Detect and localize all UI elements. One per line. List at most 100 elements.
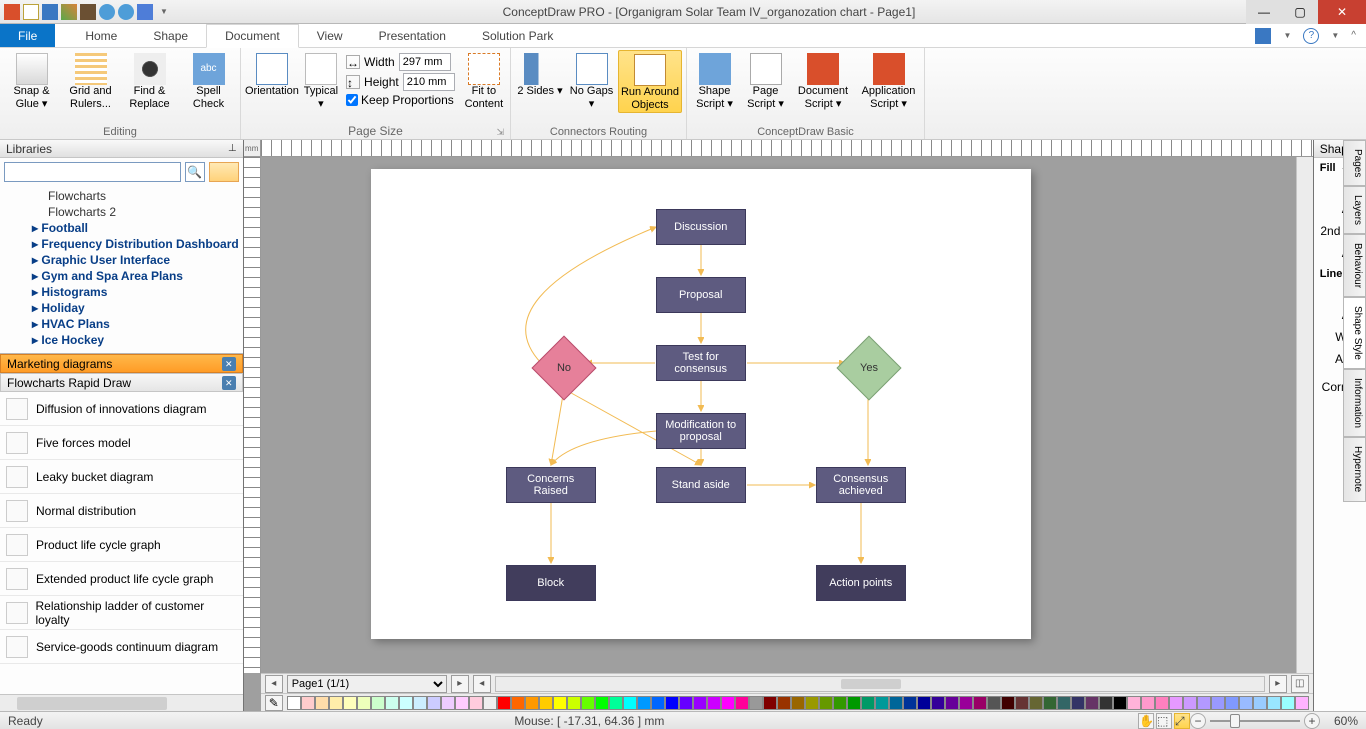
- shape-item[interactable]: Product life cycle graph: [0, 528, 243, 562]
- flowchart-decision-no[interactable]: No: [531, 335, 596, 400]
- dialog-launcher-icon[interactable]: ⇲: [496, 127, 504, 138]
- next-page-button[interactable]: ▸: [451, 675, 469, 693]
- color-swatch[interactable]: [1113, 696, 1127, 710]
- color-swatch[interactable]: [567, 696, 581, 710]
- color-swatch[interactable]: [945, 696, 959, 710]
- library-tree[interactable]: FlowchartsFlowcharts 2▸ Football▸ Freque…: [0, 186, 243, 354]
- color-swatch[interactable]: [847, 696, 861, 710]
- color-swatch[interactable]: [1099, 696, 1113, 710]
- tab-view[interactable]: View: [299, 24, 361, 47]
- two-sides-button[interactable]: 2 Sides ▾: [515, 50, 565, 98]
- maximize-button[interactable]: ▢: [1282, 0, 1318, 24]
- side-tab-layers[interactable]: Layers: [1343, 186, 1366, 234]
- color-swatch[interactable]: [469, 696, 483, 710]
- height-input[interactable]: [403, 73, 455, 91]
- fit-content-button[interactable]: Fit to Content: [462, 50, 506, 111]
- application-script-button[interactable]: Application Script ▾: [857, 50, 920, 111]
- snap-glue-button[interactable]: Snap & Glue ▾: [4, 50, 59, 111]
- color-swatch[interactable]: [637, 696, 651, 710]
- flowchart-node-discussion[interactable]: Discussion: [656, 209, 746, 245]
- document-script-button[interactable]: Document Script ▾: [793, 50, 853, 111]
- zoom-slider[interactable]: [1210, 720, 1300, 722]
- zoom-fit-icon[interactable]: ⤢: [1174, 713, 1190, 729]
- color-swatch[interactable]: [1267, 696, 1281, 710]
- color-swatch[interactable]: [511, 696, 525, 710]
- flowchart-node-block[interactable]: Block: [506, 565, 596, 601]
- color-swatch[interactable]: [1225, 696, 1239, 710]
- side-tab-behaviour[interactable]: Behaviour: [1343, 234, 1366, 297]
- color-swatch[interactable]: [525, 696, 539, 710]
- run-around-button[interactable]: Run Around Objects: [618, 50, 682, 113]
- color-swatch[interactable]: [399, 696, 413, 710]
- tree-item[interactable]: ▸ Football: [0, 220, 243, 236]
- tab-solution-park[interactable]: Solution Park: [464, 24, 571, 47]
- prev-page-button[interactable]: ◂: [265, 675, 283, 693]
- tab-presentation[interactable]: Presentation: [361, 24, 464, 47]
- library-view-toggle[interactable]: [209, 162, 239, 182]
- palette-tool-icon[interactable]: ✎: [265, 695, 283, 711]
- zoom-out-button[interactable]: −: [1190, 713, 1206, 729]
- width-input[interactable]: [399, 53, 451, 71]
- page[interactable]: Discussion Proposal Test for consensus Modi…: [371, 169, 1031, 639]
- canvas-viewport[interactable]: Discussion Proposal Test for consensus Modi…: [261, 157, 1313, 673]
- library-shapes-list[interactable]: Diffusion of innovations diagramFive for…: [0, 392, 243, 694]
- color-swatch[interactable]: [329, 696, 343, 710]
- flowchart-node-concerns[interactable]: Concerns Raised: [506, 467, 596, 503]
- tab-file[interactable]: File: [0, 24, 55, 47]
- tree-item[interactable]: ▸ Ice Hockey: [0, 332, 243, 348]
- side-tab-information[interactable]: Information: [1343, 369, 1366, 437]
- shape-item[interactable]: Service-goods continuum diagram: [0, 630, 243, 664]
- help-icon[interactable]: ?: [1303, 28, 1319, 44]
- dropdown-icon[interactable]: ▼: [1283, 31, 1291, 40]
- color-swatch[interactable]: [1043, 696, 1057, 710]
- shape-script-button[interactable]: Shape Script ▾: [691, 50, 738, 111]
- color-swatch[interactable]: [1211, 696, 1225, 710]
- color-swatch[interactable]: [889, 696, 903, 710]
- shape-item[interactable]: Five forces model: [0, 426, 243, 460]
- flowchart-node-test[interactable]: Test for consensus: [656, 345, 746, 381]
- canvas-vscrollbar[interactable]: [1296, 157, 1313, 673]
- settings-icon[interactable]: [137, 4, 153, 20]
- color-swatch[interactable]: [343, 696, 357, 710]
- undo-icon[interactable]: [99, 4, 115, 20]
- tree-item[interactable]: ▸ Frequency Distribution Dashboard: [0, 236, 243, 252]
- flowchart-node-consensus[interactable]: Consensus achieved: [816, 467, 906, 503]
- color-swatch[interactable]: [371, 696, 385, 710]
- page-hscrollbar[interactable]: [495, 676, 1265, 692]
- color-swatch[interactable]: [1239, 696, 1253, 710]
- color-swatch[interactable]: [553, 696, 567, 710]
- color-swatch[interactable]: [987, 696, 1001, 710]
- color-swatch[interactable]: [623, 696, 637, 710]
- grid-rulers-button[interactable]: Grid and Rulers...: [63, 50, 118, 111]
- color-swatch[interactable]: [581, 696, 595, 710]
- nav-corner-button[interactable]: ◫: [1291, 675, 1309, 693]
- color-swatch[interactable]: [693, 696, 707, 710]
- search-button[interactable]: 🔍: [185, 162, 205, 182]
- color-swatch[interactable]: [315, 696, 329, 710]
- save-as-icon[interactable]: [61, 4, 77, 20]
- save-icon[interactable]: [42, 4, 58, 20]
- color-swatch[interactable]: [959, 696, 973, 710]
- tree-item[interactable]: ▸ Graphic User Interface: [0, 252, 243, 268]
- horizontal-ruler[interactable]: [261, 140, 1313, 157]
- color-swatch[interactable]: [1169, 696, 1183, 710]
- shape-item[interactable]: Leaky bucket diagram: [0, 460, 243, 494]
- shape-item[interactable]: Extended product life cycle graph: [0, 562, 243, 596]
- color-swatch[interactable]: [749, 696, 763, 710]
- collapse-ribbon-icon[interactable]: ^: [1351, 30, 1356, 41]
- color-swatch[interactable]: [777, 696, 791, 710]
- library-search-input[interactable]: [4, 162, 181, 182]
- zoom-in-button[interactable]: +: [1304, 713, 1320, 729]
- keep-proportions-checkbox[interactable]: Keep Proportions: [346, 93, 455, 107]
- paste-icon[interactable]: [80, 4, 96, 20]
- color-swatch[interactable]: [651, 696, 665, 710]
- color-swatch[interactable]: [1029, 696, 1043, 710]
- library-section-flowcharts[interactable]: Flowcharts Rapid Draw✕: [0, 373, 243, 392]
- no-gaps-button[interactable]: No Gaps ▾: [569, 50, 614, 111]
- color-swatch[interactable]: [735, 696, 749, 710]
- minimize-button[interactable]: —: [1246, 0, 1282, 24]
- flowchart-node-modification[interactable]: Modification to proposal: [656, 413, 746, 449]
- orientation-button[interactable]: Orientation: [245, 50, 299, 98]
- flowchart-node-proposal[interactable]: Proposal: [656, 277, 746, 313]
- tree-item[interactable]: ▸ Holiday: [0, 300, 243, 316]
